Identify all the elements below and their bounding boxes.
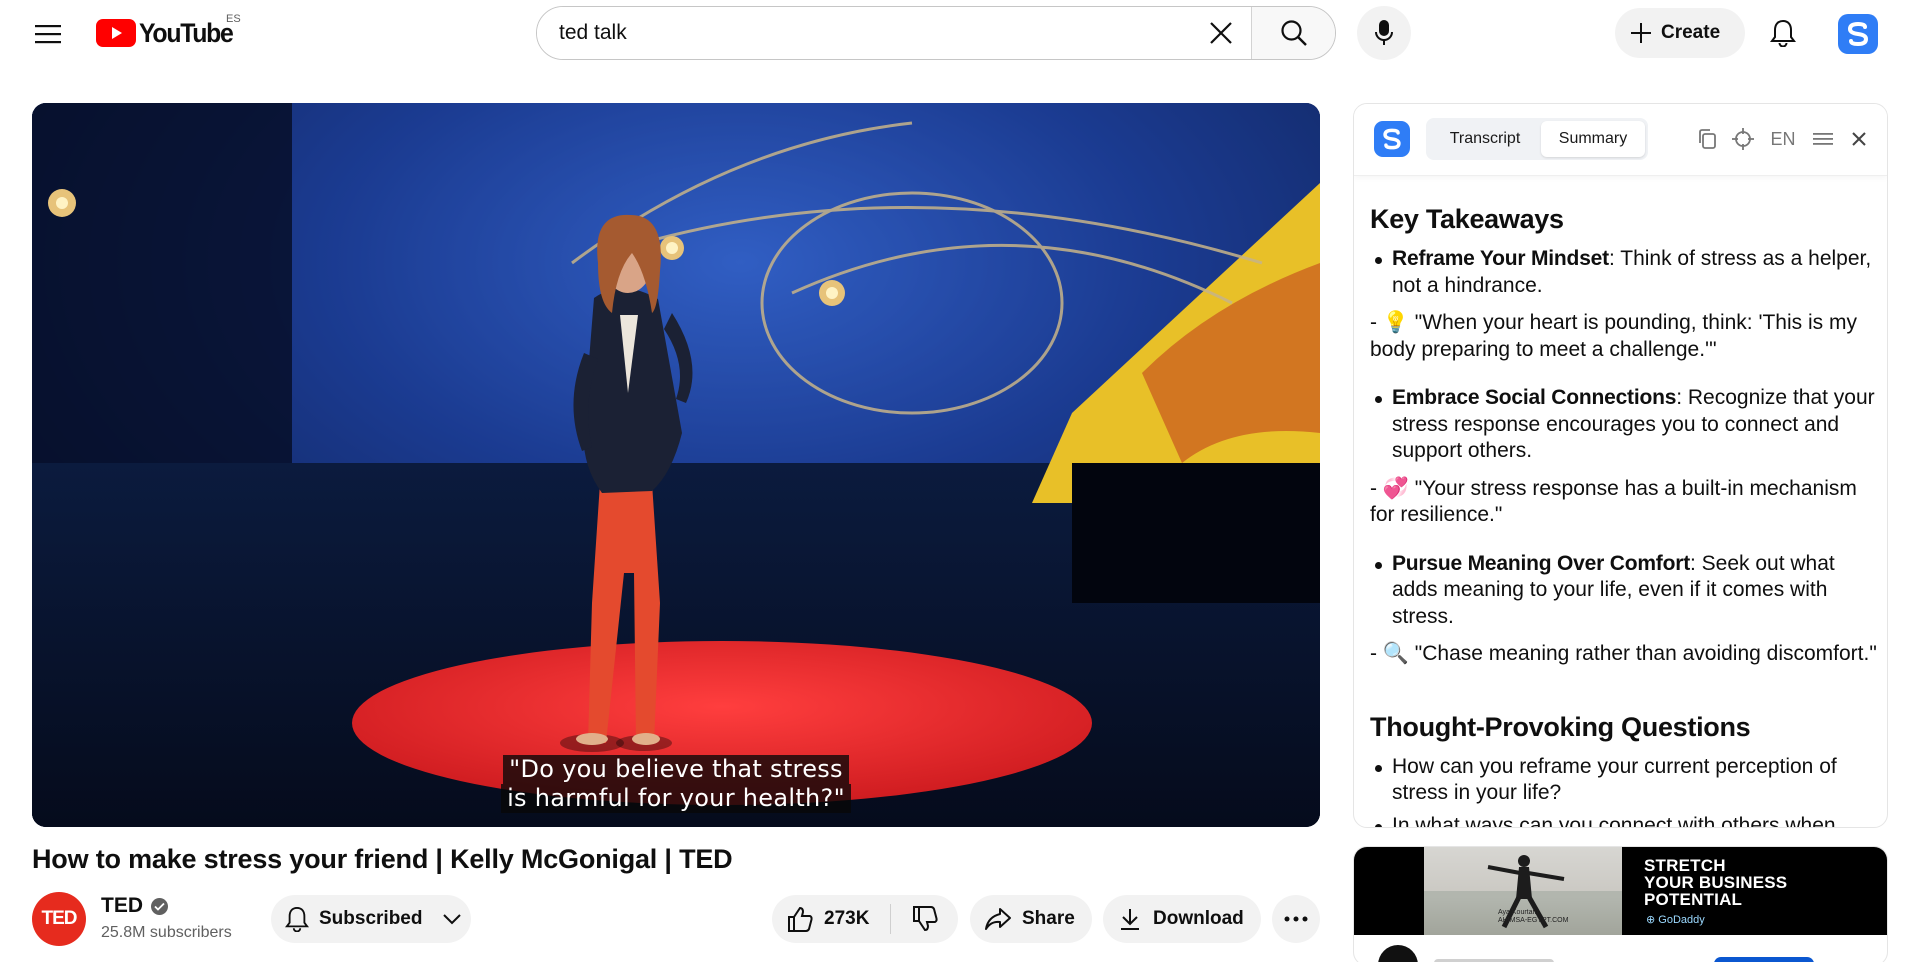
tab-summary[interactable]: Summary bbox=[1541, 121, 1645, 157]
verified-icon bbox=[151, 897, 168, 915]
questions-heading: Thought-Provoking Questions bbox=[1370, 711, 1751, 742]
list-item: How can you reframe your current percept… bbox=[1370, 754, 1882, 807]
crosshair-icon bbox=[1732, 128, 1754, 150]
logo-text: YouTube bbox=[139, 17, 234, 48]
extension-logo[interactable] bbox=[1374, 121, 1410, 157]
takeaways-list: Embrace Social Connections: Recognize th… bbox=[1370, 385, 1882, 465]
caption-line-2: is harmful for your health?" bbox=[501, 784, 851, 813]
bell-icon bbox=[285, 906, 309, 932]
copy-button[interactable] bbox=[1696, 126, 1718, 152]
ad-credit: Aya Kourtam AHIMSA-EGYPT.COM bbox=[1498, 909, 1568, 925]
voice-search-button[interactable] bbox=[1357, 6, 1411, 60]
s-logo-icon bbox=[1847, 21, 1869, 47]
ad-brand: ⊕ GoDaddy bbox=[1646, 914, 1705, 926]
search-button[interactable] bbox=[1251, 7, 1335, 59]
create-button[interactable]: Create bbox=[1615, 8, 1745, 58]
menu-lines-icon bbox=[1813, 133, 1833, 145]
list-item: Pursue Meaning Over Comfort: Seek out wh… bbox=[1370, 551, 1882, 631]
language-selector[interactable]: EN bbox=[1768, 126, 1798, 152]
youtube-play-icon bbox=[96, 19, 136, 47]
more-horizontal-icon bbox=[1284, 916, 1308, 922]
takeaway-quote: - 💞 "Your stress response has a built-in… bbox=[1370, 476, 1857, 527]
chevron-down-icon bbox=[443, 914, 462, 925]
close-icon bbox=[1210, 22, 1232, 44]
download-icon bbox=[1121, 909, 1139, 930]
tab-transcript[interactable]: Transcript bbox=[1429, 121, 1541, 157]
like-button[interactable]: 273K bbox=[772, 895, 890, 943]
share-label: Share bbox=[1022, 908, 1075, 929]
video-player[interactable]: "Do you believe that stress is harmful f… bbox=[32, 103, 1320, 827]
clear-search-button[interactable] bbox=[1191, 7, 1251, 59]
takeaways-list: Pursue Meaning Over Comfort: Seek out wh… bbox=[1370, 551, 1882, 631]
panel-tools: EN bbox=[1696, 126, 1870, 152]
account-avatar[interactable] bbox=[1838, 14, 1878, 54]
list-item: In what ways can you connect with others… bbox=[1370, 813, 1882, 827]
caption-line-1: "Do you believe that stress bbox=[503, 755, 849, 784]
channel-avatar[interactable]: TED bbox=[32, 892, 86, 946]
takeaway-title: Embrace Social Connections bbox=[1392, 386, 1677, 409]
like-dislike-group: 273K bbox=[772, 895, 958, 943]
more-actions-button[interactable] bbox=[1272, 895, 1320, 943]
video-caption: "Do you believe that stress is harmful f… bbox=[32, 755, 1320, 813]
download-label: Download bbox=[1153, 908, 1244, 929]
ad-brand-name: GoDaddy bbox=[1658, 914, 1705, 926]
takeaway-title: Reframe Your Mindset bbox=[1392, 247, 1609, 270]
key-takeaways-heading: Key Takeaways bbox=[1370, 204, 1564, 234]
create-label: Create bbox=[1661, 22, 1721, 43]
notifications-button[interactable] bbox=[1762, 12, 1804, 54]
ad-shapes bbox=[1378, 945, 1814, 962]
thumbs-down-icon bbox=[912, 906, 938, 932]
search-box bbox=[536, 6, 1336, 60]
microphone-icon bbox=[1375, 20, 1393, 45]
list-item: Reframe Your Mindset: Think of stress as… bbox=[1370, 246, 1882, 299]
takeaway-title: Pursue Meaning Over Comfort bbox=[1392, 551, 1690, 575]
ad-photo: Aya Kourtam AHIMSA-EGYPT.COM bbox=[1424, 847, 1622, 935]
subscribed-label: Subscribed bbox=[319, 908, 423, 929]
subscribed-button[interactable]: Subscribed bbox=[271, 895, 471, 943]
channel-name[interactable]: TED bbox=[101, 894, 168, 918]
ad-headline: STRETCH YOUR BUSINESS POTENTIAL bbox=[1644, 857, 1787, 908]
thumbs-up-icon bbox=[788, 906, 813, 932]
top-bar: YouTube ES Create bbox=[0, 0, 1920, 66]
youtube-logo[interactable]: YouTube ES bbox=[96, 13, 241, 48]
takeaway-quote: - 💡 "When your heart is pounding, think:… bbox=[1370, 311, 1857, 361]
bell-icon bbox=[1770, 19, 1796, 47]
panel-tab-switch: Transcript Summary bbox=[1426, 118, 1648, 160]
ad-image: Aya Kourtam AHIMSA-EGYPT.COM STRETCH YOU… bbox=[1354, 847, 1887, 935]
download-button[interactable]: Download bbox=[1103, 895, 1261, 943]
subscriber-count: 25.8M subscribers bbox=[101, 924, 232, 941]
like-count: 273K bbox=[824, 908, 870, 929]
list-item: Embrace Social Connections: Recognize th… bbox=[1370, 385, 1882, 465]
ad-credit-name: Aya Kourtam bbox=[1498, 909, 1539, 916]
copy-icon bbox=[1699, 129, 1716, 149]
channel-name-text: TED bbox=[101, 894, 143, 917]
takeaway-quote: - 🔍 "Chase meaning rather than avoiding … bbox=[1370, 642, 1877, 665]
menu-button[interactable] bbox=[28, 14, 68, 54]
video-frame bbox=[32, 103, 1320, 827]
ad-headline-line: POTENTIAL bbox=[1644, 890, 1743, 909]
locate-button[interactable] bbox=[1732, 126, 1754, 152]
ad-info-row bbox=[1354, 935, 1887, 962]
hamburger-icon bbox=[35, 25, 61, 44]
share-icon bbox=[985, 908, 1011, 930]
country-code: ES bbox=[226, 13, 241, 25]
close-icon bbox=[1852, 132, 1866, 146]
summary-content: Key Takeaways Reframe Your Mindset: Thin… bbox=[1370, 204, 1882, 827]
ad-credit-site: AHIMSA-EGYPT.COM bbox=[1498, 917, 1569, 924]
close-panel-button[interactable] bbox=[1848, 126, 1870, 152]
plus-icon bbox=[1631, 23, 1651, 43]
search-icon bbox=[1280, 20, 1307, 46]
search-input[interactable] bbox=[537, 7, 1191, 59]
dislike-button[interactable] bbox=[891, 895, 958, 943]
panel-menu-button[interactable] bbox=[1812, 126, 1834, 152]
share-button[interactable]: Share bbox=[970, 895, 1092, 943]
takeaways-list: Reframe Your Mindset: Think of stress as… bbox=[1370, 246, 1882, 299]
ad-banner[interactable]: Aya Kourtam AHIMSA-EGYPT.COM STRETCH YOU… bbox=[1353, 846, 1888, 962]
summary-panel: Transcript Summary EN Key Takeaways Refr… bbox=[1353, 103, 1888, 828]
questions-list: How can you reframe your current percept… bbox=[1370, 754, 1882, 827]
s-logo-icon bbox=[1383, 128, 1401, 150]
video-title: How to make stress your friend | Kelly M… bbox=[32, 844, 733, 874]
summary-panel-header: Transcript Summary EN bbox=[1354, 104, 1887, 176]
